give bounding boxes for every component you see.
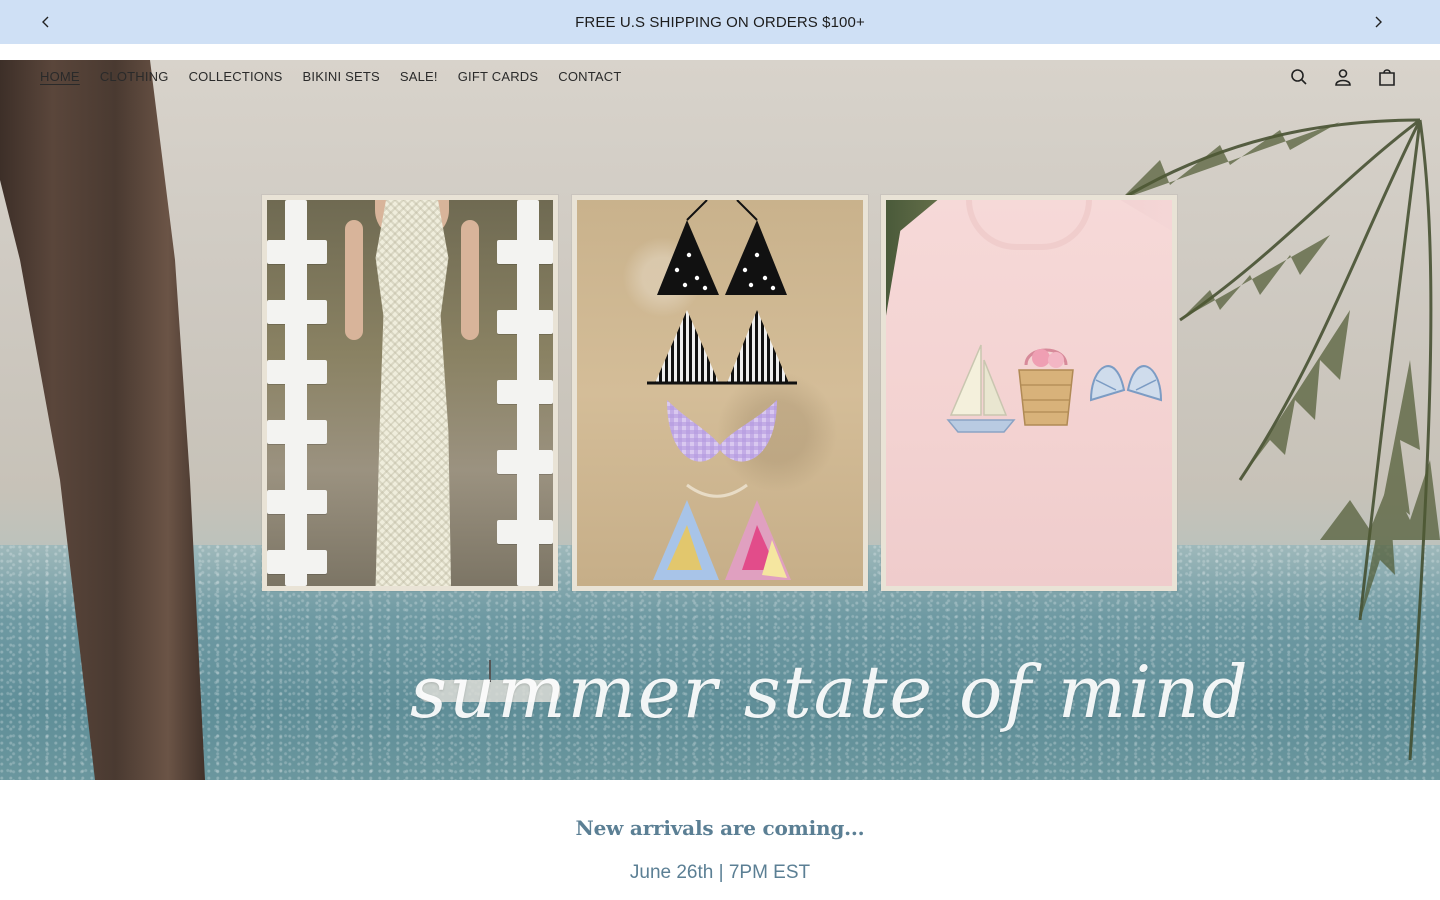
promo-subline: June 26th | 7PM EST — [629, 862, 811, 883]
search-icon — [1291, 69, 1307, 85]
nav-link-gift-cards[interactable]: GIFT CARDS — [458, 69, 539, 84]
fence-post — [517, 200, 539, 586]
announcement-prev-button[interactable] — [36, 12, 56, 32]
promo-headline: New arrivals are coming... — [575, 816, 865, 840]
crochet-dress — [375, 200, 451, 586]
embroidery-beach-bag-icon — [1018, 348, 1074, 426]
arm-left — [345, 220, 363, 340]
cart-icon — [1379, 69, 1395, 86]
hero-banner[interactable]: summer state of mind — [0, 60, 1440, 780]
search-button[interactable] — [1288, 66, 1310, 88]
hero-script-text: summer state of mind — [410, 650, 1250, 734]
nav-link-clothing[interactable]: CLOTHING — [100, 69, 169, 84]
account-icon — [1335, 69, 1351, 86]
striped-bikini-top — [647, 310, 797, 385]
embroidery-sailboat-icon — [946, 344, 1016, 433]
nav-link-collections[interactable]: COLLECTIONS — [189, 69, 283, 84]
chevron-right-icon — [1375, 16, 1382, 28]
nav-icons — [1288, 66, 1398, 88]
hero-photo-crochet-dress[interactable] — [262, 195, 558, 591]
arm-right — [461, 220, 479, 340]
nav-link-sale[interactable]: SALE! — [400, 69, 438, 84]
announcement-next-button[interactable] — [1368, 12, 1388, 32]
polka-dot-bikini-top — [657, 200, 787, 295]
chevron-left-icon — [42, 16, 49, 28]
lilac-gingham-bikini-top — [667, 400, 777, 462]
account-button[interactable] — [1332, 66, 1354, 88]
patchwork-bikini-top — [653, 483, 791, 580]
header-spacer — [0, 44, 1440, 60]
nav-link-bikini-sets[interactable]: BIKINI SETS — [303, 69, 380, 84]
fence-post — [285, 200, 307, 586]
announcement-text: FREE U.S SHIPPING ON ORDERS $100+ — [575, 13, 865, 31]
hero-photo-bikini-tops[interactable] — [572, 195, 868, 591]
announcement-bar: FREE U.S SHIPPING ON ORDERS $100+ — [0, 0, 1440, 44]
hero-photo-embroidered-tee[interactable] — [881, 195, 1177, 591]
nav-links: HOME CLOTHING COLLECTIONS BIKINI SETS SA… — [40, 69, 622, 84]
embroidery-bikini-icon — [1089, 365, 1163, 402]
cart-button[interactable] — [1376, 66, 1398, 88]
nav-link-home[interactable]: HOME — [40, 69, 80, 84]
nav-link-contact[interactable]: CONTACT — [558, 69, 621, 84]
main-nav: HOME CLOTHING COLLECTIONS BIKINI SETS SA… — [0, 60, 1440, 94]
